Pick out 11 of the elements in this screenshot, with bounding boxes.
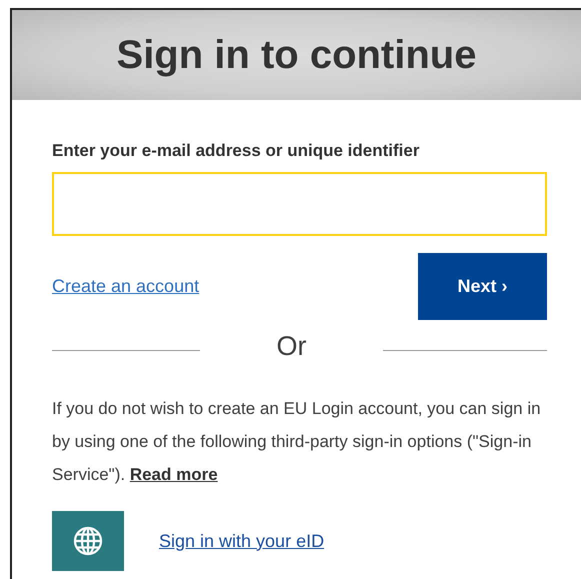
- or-divider-text: Or: [276, 330, 306, 360]
- page-title: Sign in to continue: [116, 32, 476, 79]
- globe-icon: [73, 526, 103, 556]
- read-more-link[interactable]: Read more: [130, 465, 218, 484]
- eid-button[interactable]: [52, 511, 124, 571]
- next-button[interactable]: Next ›: [418, 252, 547, 320]
- email-field[interactable]: [52, 172, 547, 236]
- create-account-link[interactable]: Create an account: [52, 272, 200, 300]
- info-paragraph: If you do not wish to create an EU Login account, you can sign in by using one of the following third-party sign-in options ("Sign-in Service"). Read more: [52, 398, 542, 486]
- eid-sign-in-link[interactable]: Sign in with your eID: [159, 528, 324, 554]
- field-label: Enter your e-mail address or unique identifier: [52, 140, 420, 162]
